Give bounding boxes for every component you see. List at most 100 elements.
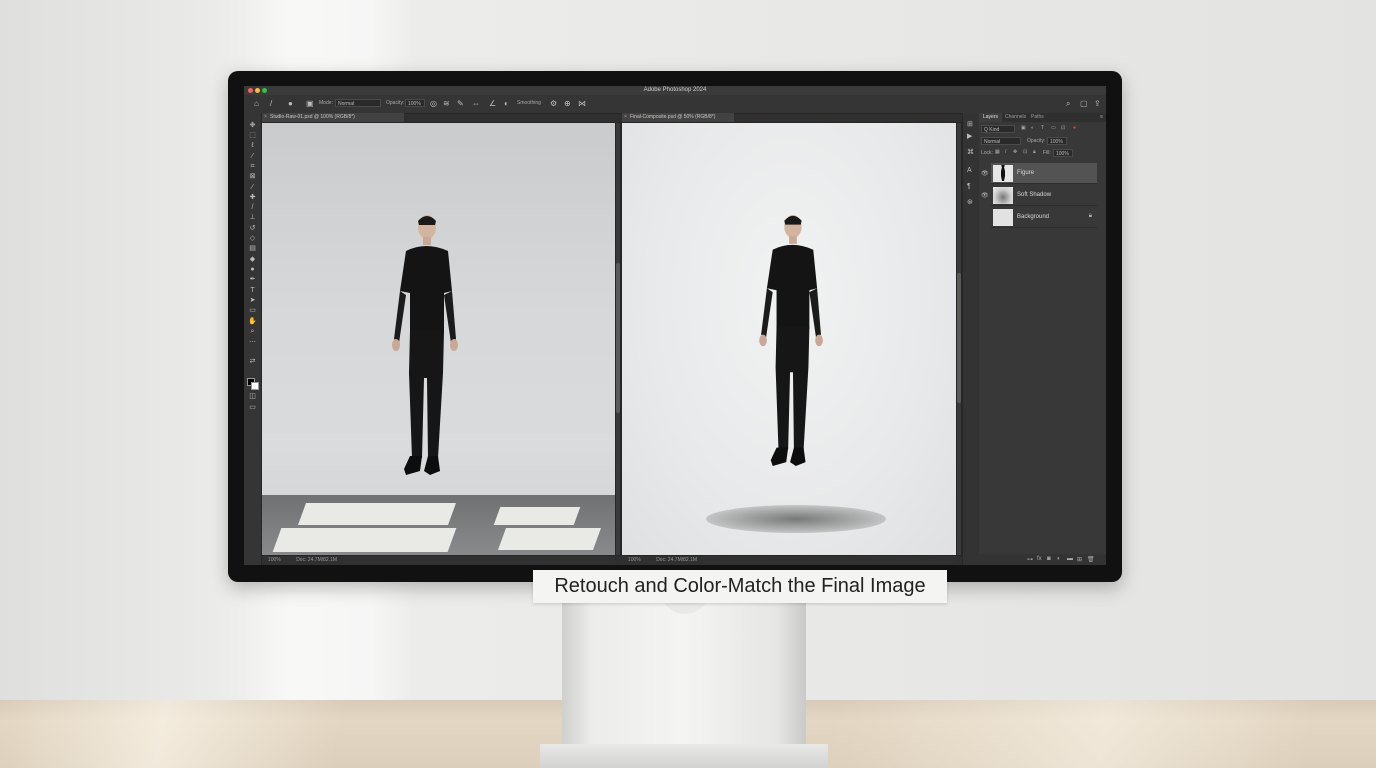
tab-channels[interactable]: Channels (1001, 113, 1030, 122)
blend-mode-select[interactable]: Normal (981, 137, 1021, 145)
filter-smart-icon[interactable]: ⊡ (1061, 125, 1065, 131)
target-icon[interactable]: ⊕ (564, 99, 571, 108)
brush-settings-icon[interactable]: ▣ (306, 99, 314, 108)
filter-shape-icon[interactable]: ▭ (1051, 125, 1056, 131)
symmetry-options-icon[interactable]: ⋈ (578, 99, 586, 108)
play-actions-icon[interactable]: ▶ (967, 133, 972, 141)
caption-banner: Retouch and Color-Match the Final Image (533, 570, 947, 603)
brush-tool-icon[interactable]: / (270, 99, 272, 108)
tab-paths[interactable]: Paths (1027, 113, 1048, 122)
filter-type-icon[interactable]: T (1041, 125, 1044, 131)
history-icon[interactable]: ⊞ (967, 121, 973, 129)
soft-shadow (706, 505, 886, 533)
status-bar-right: 100% Doc: 24.7M/82.1M (622, 556, 956, 565)
blur-icon[interactable]: ◆ (248, 256, 257, 264)
shape-icon[interactable]: ▭ (248, 307, 257, 315)
layer-background[interactable]: Background 🔒︎ (991, 207, 1097, 228)
layer-style-icon[interactable]: fx (1037, 556, 1042, 562)
workspace-icon[interactable]: ▢ (1080, 99, 1088, 108)
swap-colors-icon[interactable]: ⇄ (248, 358, 257, 366)
angle-icon[interactable]: ∠ (489, 99, 496, 108)
tab-layers[interactable]: Layers (979, 113, 1003, 122)
visibility-eye-icon[interactable]: 👁︎ (981, 192, 989, 199)
stamp-icon[interactable]: ⊥ (248, 214, 257, 222)
mode-select[interactable]: Normal (335, 99, 381, 107)
status-bar-left: 100% Doc: 24.7M/82.1M (262, 556, 615, 565)
lock-pixels-icon[interactable]: ▦ (995, 149, 1000, 155)
healing-icon[interactable]: ✚ (248, 194, 257, 202)
fill-field[interactable]: 100% (1053, 149, 1073, 157)
layer-name: Figure (1017, 170, 1035, 176)
screen-mode-icon[interactable]: ▭ (248, 404, 257, 412)
character-icon[interactable]: A (967, 167, 972, 175)
close-tab-icon[interactable]: × (264, 113, 267, 122)
lasso-icon[interactable]: ℓ (248, 142, 257, 150)
pressure-opacity-icon[interactable]: ◎ (430, 99, 437, 108)
lock-artboard-icon[interactable]: ⊡ (1023, 149, 1027, 155)
trash-icon[interactable]: 🗑︎ (1087, 556, 1095, 563)
layer-filter-row: Q Kind ▣ ◐ T ▭ ⊡ ● (981, 125, 1104, 133)
crop-icon[interactable]: ⌗ (248, 163, 257, 171)
document-tab-right[interactable]: × Final-Composite.psd @ 50% (RGB/8*) (622, 113, 734, 122)
brush-preset-icon[interactable]: ● (288, 99, 293, 108)
magic-wand-icon[interactable]: ⁄ (248, 153, 257, 161)
dodge-icon[interactable]: ● (248, 266, 257, 274)
path-select-icon[interactable]: ➤ (248, 297, 257, 305)
zoom-readout[interactable]: 100% (628, 557, 641, 563)
layer-soft-shadow[interactable]: 👁︎ Soft Shadow (981, 185, 1097, 206)
opacity-field[interactable]: 100% (405, 99, 425, 107)
home-icon[interactable]: ⌂ (254, 99, 259, 108)
filter-toggle-icon[interactable]: ● (1073, 125, 1076, 131)
type-icon[interactable]: T (248, 287, 257, 295)
lock-paint-icon[interactable]: / (1005, 149, 1006, 155)
filter-adjust-icon[interactable]: ◐ (1031, 125, 1034, 131)
eyedropper-icon[interactable]: ⁄ (248, 184, 257, 192)
flow-icon[interactable]: ≋ (443, 99, 450, 108)
pressure-size-icon[interactable]: ◐ (504, 99, 509, 108)
filter-pixel-icon[interactable]: ▣ (1021, 125, 1026, 131)
add-mask-icon[interactable]: ◙ (1047, 556, 1051, 562)
new-layer-icon[interactable]: ⊞ (1077, 556, 1082, 563)
adjustments-icon[interactable]: ⌘ (967, 149, 974, 157)
layer-thumbnail (993, 209, 1013, 226)
brush-icon[interactable]: / (248, 204, 257, 212)
history-brush-icon[interactable]: ↺ (248, 225, 257, 233)
paragraph-icon[interactable]: ¶ (967, 183, 971, 191)
app-title: Adobe Photoshop 2024 (643, 87, 707, 93)
right-canvas-photo[interactable] (622, 123, 956, 555)
panel-menu-icon[interactable]: ≡ (1100, 113, 1103, 122)
pen-icon[interactable]: ✒ (248, 276, 257, 284)
more-icon[interactable]: ⋯ (248, 339, 257, 347)
gear-icon[interactable]: ⚙ (550, 99, 557, 108)
left-canvas-photo[interactable] (262, 123, 615, 555)
right-vertical-scrollbar[interactable] (957, 123, 961, 555)
layer-opacity-field[interactable]: 100% (1047, 137, 1067, 145)
gradient-icon[interactable]: ▤ (248, 245, 257, 253)
lock-move-icon[interactable]: ✥ (1013, 149, 1017, 155)
share-icon[interactable]: ⇪ (1094, 99, 1101, 108)
document-tab-left[interactable]: × Studio-Raw-01.psd @ 100% (RGB/8*) (262, 113, 404, 122)
opacity-label: Opacity: (1027, 138, 1046, 144)
hand-icon[interactable]: ✋ (248, 318, 257, 326)
quick-mask-icon[interactable]: ◫ (248, 393, 257, 401)
new-group-icon[interactable]: ▬ (1067, 556, 1073, 562)
kind-filter-select[interactable]: Q Kind (981, 125, 1015, 133)
frame-icon[interactable]: ⊠ (248, 173, 257, 181)
airbrush-icon[interactable]: ✎ (457, 99, 464, 108)
brushes-icon[interactable]: ⊛ (967, 199, 973, 207)
layer-figure[interactable]: 👁︎ Figure (981, 163, 1097, 184)
zoom-readout[interactable]: 100% (268, 557, 281, 563)
symmetry-icon[interactable]: ⇔ (472, 99, 480, 108)
marquee-icon[interactable]: ⬚ (248, 132, 257, 140)
visibility-eye-icon[interactable]: 👁︎ (981, 170, 989, 177)
lock-all-icon[interactable]: 🔒︎ (1033, 149, 1036, 155)
doc-size: Doc: 24.7M/82.1M (296, 557, 338, 563)
close-tab-icon[interactable]: × (624, 113, 627, 122)
search-icon[interactable]: ⌕ (1066, 99, 1070, 108)
link-layers-icon[interactable]: ⊶ (1027, 556, 1033, 563)
eraser-icon[interactable]: ◇ (248, 235, 257, 243)
zoom-icon[interactable]: ⌕ (248, 328, 257, 336)
move-icon[interactable]: ✥ (248, 122, 257, 130)
background-color-swatch[interactable] (251, 382, 259, 390)
adjustment-layer-icon[interactable]: ◐ (1057, 556, 1061, 562)
